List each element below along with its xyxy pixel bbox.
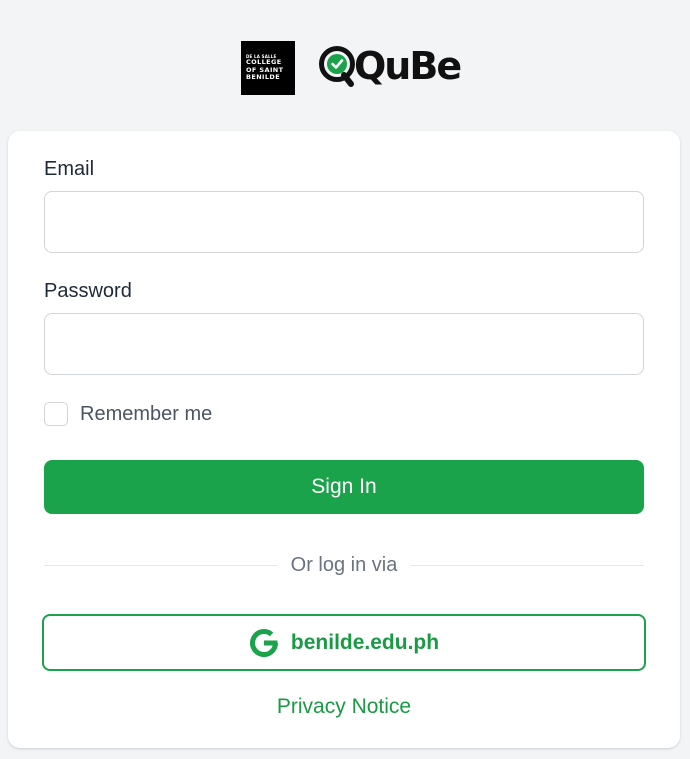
google-login-label: benilde.edu.ph: [290, 630, 440, 654]
sign-in-button[interactable]: Sign In: [44, 460, 644, 514]
login-divider: Or log in via: [44, 551, 644, 579]
remember-me-row[interactable]: Remember me: [44, 402, 212, 426]
email-label: Email: [44, 158, 95, 180]
divider-text: Or log in via: [290, 553, 398, 576]
google-login-button[interactable]: benilde.edu.ph: [42, 614, 646, 671]
divider-line-right: [411, 564, 644, 566]
app-logo-text: QuBe: [354, 44, 462, 88]
google-g-icon: [249, 628, 278, 657]
app-logo: QuBe: [319, 40, 462, 92]
login-card: Email Password Remember me Sign In Or lo…: [8, 131, 680, 748]
privacy-notice-link[interactable]: Privacy Notice: [8, 695, 680, 719]
check-magnifier-icon: [319, 46, 355, 87]
institution-logo-line-4: BENILDE: [246, 73, 281, 82]
remember-me-checkbox[interactable]: [44, 402, 68, 426]
header: DE LA SALLE COLLEGE OF SAINT BENILDE QuB…: [0, 0, 690, 130]
email-field[interactable]: [44, 191, 644, 253]
password-field[interactable]: [44, 313, 644, 375]
institution-logo: DE LA SALLE COLLEGE OF SAINT BENILDE: [241, 41, 295, 95]
password-label: Password: [44, 280, 132, 302]
remember-me-label[interactable]: Remember me: [80, 403, 212, 426]
divider-line-left: [44, 564, 277, 566]
